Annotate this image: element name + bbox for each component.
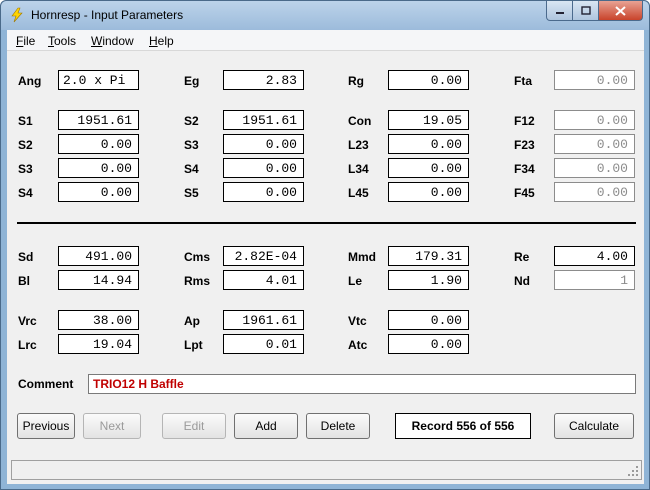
ang-label: Ang xyxy=(18,74,42,88)
f23-field[interactable]: 0.00 xyxy=(554,134,635,154)
add-button[interactable]: Add xyxy=(234,413,298,439)
l34-label: L34 xyxy=(348,162,369,176)
previous-button[interactable]: Previous xyxy=(17,413,75,439)
s3-field-2[interactable]: 0.00 xyxy=(58,158,139,178)
s1-label: S1 xyxy=(18,114,33,128)
minimize-button[interactable] xyxy=(546,1,573,21)
comment-label: Comment xyxy=(18,377,74,391)
s3-label-2: S3 xyxy=(18,162,33,176)
lrc-field[interactable]: 19.04 xyxy=(58,334,139,354)
s4-label-2: S4 xyxy=(18,186,33,200)
ap-field[interactable]: 1961.61 xyxy=(223,310,304,330)
l34-field[interactable]: 0.00 xyxy=(388,158,469,178)
nd-label: Nd xyxy=(514,274,530,288)
mmd-label: Mmd xyxy=(348,250,376,264)
s4-field-2[interactable]: 0.00 xyxy=(58,182,139,202)
mmd-field[interactable]: 179.31 xyxy=(388,246,469,266)
cms-field[interactable]: 2.82E-04 xyxy=(223,246,304,266)
s2-field-2[interactable]: 0.00 xyxy=(58,134,139,154)
s4-field[interactable]: 0.00 xyxy=(223,158,304,178)
nd-field[interactable]: 1 xyxy=(554,270,635,290)
edit-button[interactable]: Edit xyxy=(162,413,226,439)
sd-field[interactable]: 491.00 xyxy=(58,246,139,266)
con-label: Con xyxy=(348,114,372,128)
s1-field[interactable]: 1951.61 xyxy=(58,110,139,130)
minimize-icon xyxy=(555,11,564,14)
s2-label: S2 xyxy=(184,114,199,128)
window-title: Hornresp - Input Parameters xyxy=(31,8,184,22)
le-field[interactable]: 1.90 xyxy=(388,270,469,290)
title-bar[interactable]: Hornresp - Input Parameters xyxy=(1,1,649,30)
vrc-label: Vrc xyxy=(18,314,37,328)
rg-field[interactable]: 0.00 xyxy=(388,70,469,90)
atc-label: Atc xyxy=(348,338,368,352)
maximize-icon xyxy=(580,6,591,15)
lpt-label: Lpt xyxy=(184,338,203,352)
s5-label: S5 xyxy=(184,186,199,200)
l45-field[interactable]: 0.00 xyxy=(388,182,469,202)
client-area: File Tools Window Help Ang 2.0 x Pi Eg 2… xyxy=(7,30,644,484)
l45-label: L45 xyxy=(348,186,369,200)
eg-label: Eg xyxy=(184,74,200,88)
le-label: Le xyxy=(348,274,363,288)
close-icon xyxy=(615,5,626,16)
vtc-field[interactable]: 0.00 xyxy=(388,310,469,330)
rms-label: Rms xyxy=(184,274,211,288)
f45-label: F45 xyxy=(514,186,535,200)
status-bar xyxy=(11,460,642,480)
lpt-field[interactable]: 0.01 xyxy=(223,334,304,354)
f12-label: F12 xyxy=(514,114,535,128)
fta-field[interactable]: 0.00 xyxy=(554,70,635,90)
atc-field[interactable]: 0.00 xyxy=(388,334,469,354)
ang-field[interactable]: 2.0 x Pi xyxy=(58,70,139,90)
comment-field[interactable]: TRIO12 H Baffle xyxy=(88,374,636,394)
f34-label: F34 xyxy=(514,162,535,176)
vrc-field[interactable]: 38.00 xyxy=(58,310,139,330)
menu-window[interactable]: Window xyxy=(91,34,134,48)
s2-label-2: S2 xyxy=(18,138,33,152)
eg-field[interactable]: 2.83 xyxy=(223,70,304,90)
f34-field[interactable]: 0.00 xyxy=(554,158,635,178)
f45-field[interactable]: 0.00 xyxy=(554,182,635,202)
next-button[interactable]: Next xyxy=(83,413,141,439)
f12-field[interactable]: 0.00 xyxy=(554,110,635,130)
bl-field[interactable]: 14.94 xyxy=(58,270,139,290)
s3-field[interactable]: 0.00 xyxy=(223,134,304,154)
rg-label: Rg xyxy=(348,74,364,88)
con-field[interactable]: 19.05 xyxy=(388,110,469,130)
lightning-icon xyxy=(11,7,23,23)
resize-grip-icon[interactable] xyxy=(627,465,639,477)
menu-file[interactable]: File xyxy=(16,34,35,48)
lrc-label: Lrc xyxy=(18,338,37,352)
s2-field[interactable]: 1951.61 xyxy=(223,110,304,130)
re-field[interactable]: 4.00 xyxy=(554,246,635,266)
menu-tools[interactable]: Tools xyxy=(48,34,76,48)
re-label: Re xyxy=(514,250,530,264)
bl-label: Bl xyxy=(18,274,30,288)
calculate-button[interactable]: Calculate xyxy=(554,413,634,439)
l23-label: L23 xyxy=(348,138,369,152)
delete-button[interactable]: Delete xyxy=(306,413,370,439)
vtc-label: Vtc xyxy=(348,314,367,328)
app-window: Hornresp - Input Parameters File Tools W… xyxy=(0,0,650,490)
s5-field[interactable]: 0.00 xyxy=(223,182,304,202)
sd-label: Sd xyxy=(18,250,34,264)
close-button[interactable] xyxy=(599,1,643,21)
record-indicator: Record 556 of 556 xyxy=(395,413,531,439)
rms-field[interactable]: 4.01 xyxy=(223,270,304,290)
fta-label: Fta xyxy=(514,74,532,88)
s4-label: S4 xyxy=(184,162,199,176)
menu-bar: File Tools Window Help xyxy=(7,30,644,51)
menu-help[interactable]: Help xyxy=(149,34,174,48)
section-divider xyxy=(17,222,636,224)
ap-label: Ap xyxy=(184,314,200,328)
l23-field[interactable]: 0.00 xyxy=(388,134,469,154)
cms-label: Cms xyxy=(184,250,211,264)
maximize-button[interactable] xyxy=(573,1,599,21)
s3-label: S3 xyxy=(184,138,199,152)
f23-label: F23 xyxy=(514,138,535,152)
